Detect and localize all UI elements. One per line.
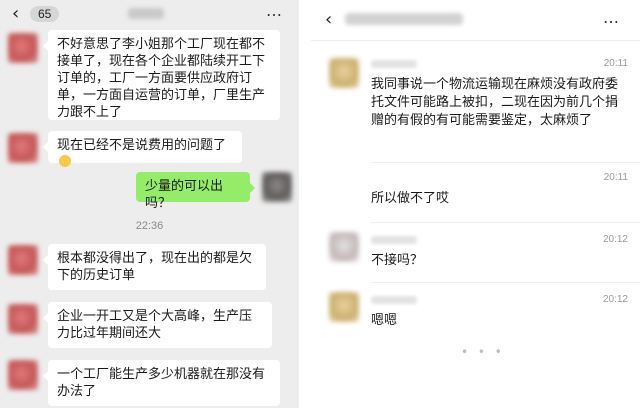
message-divider [371,222,640,223]
message-bubble-incoming[interactable]: 现在已经不是说费用的问题了 [43,131,242,167]
contact-avatar[interactable] [8,33,38,63]
contact-name-blurred [128,8,164,19]
message-time: 20:11 [603,58,628,69]
contact-name-blurred [345,13,463,25]
message-bubble-incoming[interactable]: 一个工厂能生产多少机器就在那没有办法了 [43,360,280,406]
message-divider [371,162,640,163]
message-bubble-incoming[interactable]: 根本都没得出了，现在出的都是欠下的历史订单 [43,244,266,290]
message-bubble-incoming[interactable]: 企业一开工又是个大高峰，生产压力比过年期间还大 [43,302,272,348]
emoji-icon [59,155,71,167]
message-text[interactable]: 不接吗？ [371,252,627,270]
header-divider [311,40,640,41]
contact-avatar[interactable] [8,133,38,163]
message-text[interactable]: 所以做不了哎 [371,190,627,208]
message-time: 20:12 [602,294,628,305]
sender-name-blurred [371,236,417,244]
contact-avatar[interactable] [8,245,38,275]
contact-avatar[interactable] [8,304,38,334]
contact-avatar[interactable] [329,58,359,88]
contact-avatar[interactable] [329,292,359,322]
user-avatar[interactable] [262,172,292,202]
back-arrow-icon[interactable]: ‹ [12,5,19,23]
message-divider [371,282,640,283]
more-options-icon[interactable]: … [603,10,620,26]
message-bubble-outgoing[interactable]: 少量的可以出吗？ [136,172,255,211]
more-options-icon[interactable]: … [266,3,283,19]
sender-name-blurred [371,60,417,68]
message-text[interactable]: 嗯嗯 [371,312,627,330]
message-time: 20:12 [602,234,628,245]
panel-divider [299,0,311,408]
back-arrow-icon[interactable]: ‹ [325,11,332,29]
contact-avatar[interactable] [329,232,359,262]
left-chat-header: ‹ 65 … [0,0,299,28]
sender-name-blurred [371,296,417,304]
left-chat-panel: ‹ 65 … 不好意思了李小姐那个工厂现在都不接单了，现在各个企业都陆续开工下订… [0,0,299,408]
message-time: 20:11 [603,172,628,183]
message-text: 现在已经不是说费用的问题了 [57,138,227,153]
message-bubble-incoming[interactable]: 不好意思了李小姐那个工厂现在都不接单了，现在各个企业都陆续开工下订单的，工厂一方… [43,30,280,120]
loading-dots-icon: • • • [461,345,505,359]
right-chat-panel: ‹ … 20:11 我同事说一个物流运输现在麻烦没有政府委托文件可能路上被扣，二… [311,0,640,408]
unread-count-badge[interactable]: 65 [30,6,60,22]
time-divider: 22:36 [135,220,164,232]
message-text[interactable]: 我同事说一个物流运输现在麻烦没有政府委托文件可能路上被扣，二现在因为前几个捐赠的… [371,76,627,130]
contact-avatar[interactable] [8,360,38,390]
